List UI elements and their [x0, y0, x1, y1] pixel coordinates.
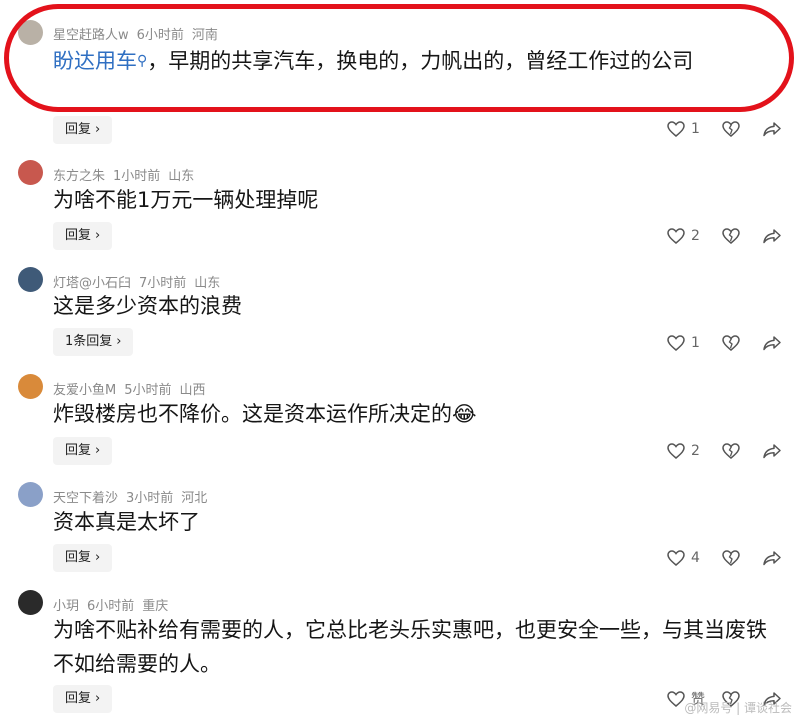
like-count: 4	[691, 550, 700, 566]
search-link[interactable]: 盼达用车	[53, 49, 137, 73]
broken-heart-icon	[722, 443, 740, 459]
comment-text: 盼达用车⚲，早期的共享汽车，换电的，力帆出的，曾经工作过的公司	[53, 49, 694, 73]
heart-outline-icon	[667, 335, 685, 351]
timestamp: 6小时前	[136, 28, 184, 43]
comment-text: 这是多少资本的浪费	[53, 294, 242, 318]
reply-button[interactable]: 回复 ›	[53, 116, 113, 144]
share-arrow-icon	[763, 336, 781, 351]
comment-actions: 2	[666, 439, 786, 463]
heart-outline-icon	[667, 443, 685, 459]
chevron-right-icon: ›	[95, 443, 101, 458]
comment-actions: 1	[666, 331, 786, 355]
comment-meta: 天空下着沙 3小时前 河北	[53, 487, 215, 506]
comment-meta: 友爱小鱼M 5小时前 山西	[53, 379, 214, 398]
avatar[interactable]	[18, 482, 43, 507]
username[interactable]: 星空赶路人w	[53, 28, 129, 43]
timestamp: 3小时前	[126, 491, 174, 506]
avatar[interactable]	[18, 590, 43, 615]
chevron-right-icon: ›	[95, 122, 101, 137]
comment-actions: 1	[666, 117, 786, 141]
comment-text: 为啥不能1万元一辆处理掉呢	[53, 188, 319, 212]
share-button[interactable]	[762, 117, 782, 141]
heart-outline-icon	[667, 121, 685, 137]
search-icon[interactable]: ⚲	[137, 53, 147, 69]
comment-text: 炸毁楼房也不降价。这是资本运作所决定的😂	[53, 402, 477, 426]
comment-meta: 星空赶路人w 6小时前 河南	[53, 24, 226, 43]
broken-heart-icon	[722, 228, 740, 244]
broken-heart-icon	[722, 550, 740, 566]
chevron-right-icon: ›	[95, 691, 101, 706]
reply-button[interactable]: 回复 ›	[53, 437, 113, 465]
heart-outline-icon	[667, 691, 685, 707]
like-button[interactable]: 2	[666, 224, 700, 248]
like-count: 1	[691, 335, 700, 351]
location: 河南	[191, 28, 218, 43]
avatar[interactable]	[18, 20, 43, 45]
heart-outline-icon	[667, 550, 685, 566]
like-button[interactable]: 2	[666, 439, 700, 463]
heart-outline-icon	[667, 228, 685, 244]
chevron-right-icon: ›	[95, 550, 101, 565]
share-arrow-icon	[763, 444, 781, 459]
comment-meta: 小玥 6小时前 重庆	[53, 595, 176, 614]
comment-actions: 4	[666, 546, 786, 570]
reply-button[interactable]: 回复 ›	[53, 544, 113, 572]
dislike-button[interactable]	[721, 439, 741, 463]
avatar[interactable]	[18, 374, 43, 399]
like-count: 2	[691, 228, 700, 244]
location: 重庆	[142, 599, 169, 614]
comment-actions: 2	[666, 224, 786, 248]
username[interactable]: 天空下着沙	[53, 491, 118, 506]
like-button[interactable]: 4	[666, 546, 700, 570]
username[interactable]: 小玥	[53, 599, 79, 614]
like-button[interactable]: 1	[666, 331, 700, 355]
dislike-button[interactable]	[721, 331, 741, 355]
share-arrow-icon	[763, 229, 781, 244]
reply-button[interactable]: 1条回复 ›	[53, 328, 134, 356]
laughing-crying-emoji: 😂	[452, 402, 477, 426]
dislike-button[interactable]	[721, 117, 741, 141]
broken-heart-icon	[722, 121, 740, 137]
comment-text: 为啥不贴补给有需要的人，它总比老头乐实惠吧，也更安全一些，与其当废铁不如给需要的…	[53, 618, 767, 676]
dislike-button[interactable]	[721, 224, 741, 248]
comment-meta: 东方之朱 1小时前 山东	[53, 165, 202, 184]
username[interactable]: 东方之朱	[53, 169, 105, 184]
share-button[interactable]	[762, 439, 782, 463]
broken-heart-icon	[722, 335, 740, 351]
avatar[interactable]	[18, 160, 43, 185]
share-button[interactable]	[762, 546, 782, 570]
location: 山东	[168, 169, 195, 184]
reply-button[interactable]: 回复 ›	[53, 685, 113, 713]
comment-text: 资本真是太坏了	[53, 510, 200, 534]
reply-button[interactable]: 回复 ›	[53, 222, 113, 250]
dislike-button[interactable]	[721, 546, 741, 570]
share-button[interactable]	[762, 224, 782, 248]
avatar[interactable]	[18, 267, 43, 292]
like-count: 2	[691, 443, 700, 459]
username[interactable]: 友爱小鱼M	[53, 383, 116, 398]
timestamp: 6小时前	[87, 599, 135, 614]
location: 河北	[181, 491, 208, 506]
like-count: 1	[691, 121, 700, 137]
location: 山西	[179, 383, 206, 398]
share-arrow-icon	[763, 122, 781, 137]
watermark: @网易号 | 谭谈社会	[684, 701, 792, 715]
timestamp: 1小时前	[113, 169, 161, 184]
share-button[interactable]	[762, 331, 782, 355]
chevron-right-icon: ›	[116, 334, 122, 349]
timestamp: 5小时前	[124, 383, 172, 398]
like-button[interactable]: 1	[666, 117, 700, 141]
share-arrow-icon	[763, 551, 781, 566]
chevron-right-icon: ›	[95, 228, 101, 243]
